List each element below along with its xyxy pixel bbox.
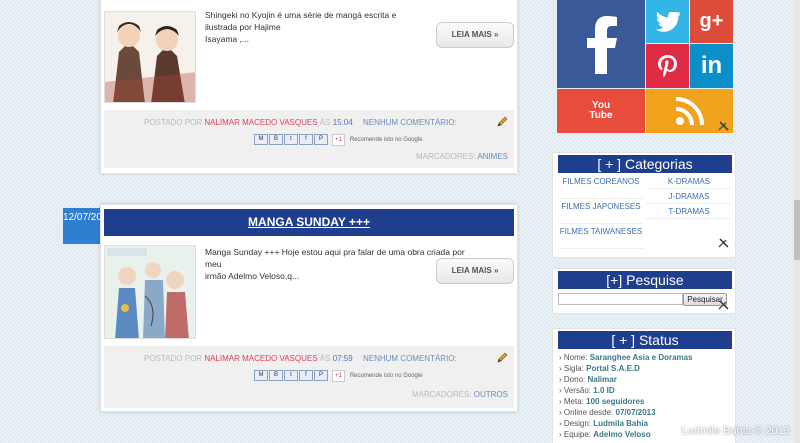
watermark: Ludmila Bahia © 2013: [681, 425, 790, 437]
page-scrollbar[interactable]: [794, 0, 800, 443]
wrench-screwdriver-icon[interactable]: [717, 237, 731, 249]
status-row: › Versão: 1.0 ID: [559, 386, 615, 395]
post-snippet-line: Shingeki no Kyojin é uma série de mangá …: [205, 10, 397, 32]
post-snippet-line: Isayama ,...: [205, 34, 249, 44]
facebook-icon: [587, 16, 617, 74]
twitter-icon: [655, 11, 680, 32]
post-card: MANGA SUNDAY +++ Manga Sunday +++ Hoje e…: [100, 204, 518, 412]
read-more-button[interactable]: LEIA MAIS »: [436, 22, 514, 48]
youtube-icon: You Tube: [589, 100, 613, 121]
category-link[interactable]: T-DRAMAS: [647, 207, 731, 219]
gplus-one-button[interactable]: +1: [332, 133, 345, 146]
linkedin-tile[interactable]: in: [690, 44, 733, 88]
recommend-text: Recomende isto no Google: [349, 372, 423, 379]
gplus-one-button[interactable]: +1: [332, 369, 345, 382]
posted-by-label: POSTADO POR: [144, 354, 203, 363]
facebook-share-button[interactable]: f: [299, 370, 313, 381]
scrollbar-thumb[interactable]: [794, 200, 800, 260]
email-share-button[interactable]: M: [254, 134, 268, 145]
share-bar: M B t f P +1 Recomende isto no Google: [254, 133, 423, 146]
post-title-link[interactable]: MANGA SUNDAY +++: [104, 209, 514, 236]
google-plus-tile[interactable]: g+: [690, 0, 733, 43]
pesquise-widget: [+] Pesquise Pesquisar: [552, 268, 736, 314]
search-input[interactable]: [558, 293, 683, 305]
rss-icon: [675, 97, 704, 126]
edit-pencil-icon[interactable]: [496, 352, 508, 364]
pinterest-tile[interactable]: [646, 44, 689, 88]
google-plus-icon: g+: [699, 10, 724, 32]
status-row: › Sigla: Portal S.A.E.D: [559, 364, 640, 373]
twitter-share-button[interactable]: t: [284, 134, 298, 145]
category-link[interactable]: FILMES JAPONESES: [559, 202, 643, 224]
status-row: › Equipe: Adelmo Veloso: [559, 430, 651, 439]
status-row: › Design: Ludmila Bahia: [559, 419, 648, 428]
category-link[interactable]: FILMES COREANOS: [559, 177, 643, 199]
categorias-title: [ + ] Categorias: [558, 155, 732, 173]
status-title: [ + ] Status: [558, 331, 732, 349]
edit-pencil-icon[interactable]: [496, 116, 508, 128]
category-link[interactable]: J-DRAMAS: [647, 192, 731, 204]
post-card: Shingeki no Kyojin é uma série de mangá …: [100, 0, 518, 174]
anime-characters-image: [105, 12, 195, 102]
linkedin-icon: in: [700, 52, 723, 79]
author-link[interactable]: NALIMAR MACEDO VASQUES: [204, 354, 317, 363]
post-footer: POSTADO POR NALIMAR MACEDO VASQUES ÀS 15…: [104, 110, 514, 168]
pesquise-title: [+] Pesquise: [558, 271, 732, 289]
facebook-share-button[interactable]: f: [299, 134, 313, 145]
author-link[interactable]: NALIMAR MACEDO VASQUES: [204, 118, 317, 127]
comments-link[interactable]: NENHUM COMENTÁRIO:: [363, 118, 457, 127]
pinterest-share-button[interactable]: P: [314, 134, 328, 145]
share-bar: M B t f P +1 Recomende isto no Google: [254, 369, 423, 382]
post-thumbnail[interactable]: [104, 11, 196, 103]
categorias-widget: [ + ] Categorias FILMES COREANOS FILMES …: [552, 152, 736, 258]
category-link[interactable]: FILMES TAIWANESES: [559, 227, 643, 249]
status-row: › Meta: 100 seguidores: [559, 397, 645, 406]
recommend-text: Recomende isto no Google: [349, 136, 423, 143]
at-label: ÀS: [319, 118, 331, 127]
labels-label: MARCADORES:: [415, 152, 476, 161]
post-time-link[interactable]: 15:04: [333, 118, 353, 127]
labels-label: MARCADORES:: [411, 390, 472, 399]
at-label: ÀS: [319, 354, 331, 363]
post-date-badge: 12/07/2013: [63, 208, 113, 244]
status-row: › Nome: Saranghee Asia e Doramas: [559, 353, 693, 362]
blogger-share-button[interactable]: B: [269, 134, 283, 145]
pinterest-icon: [657, 55, 677, 78]
label-link[interactable]: ANIMES: [477, 152, 508, 161]
social-tiles: g+ in You Tube: [557, 0, 733, 133]
email-share-button[interactable]: M: [254, 370, 268, 381]
twitter-tile[interactable]: [646, 0, 689, 43]
post-footer: POSTADO POR NALIMAR MACEDO VASQUES ÀS 07…: [104, 346, 514, 408]
pinterest-share-button[interactable]: P: [314, 370, 328, 381]
status-row: › Online desde: 07/07/2013: [559, 408, 656, 417]
facebook-tile[interactable]: [557, 0, 645, 88]
posted-by-label: POSTADO POR: [144, 118, 203, 127]
manga-cover-image: [105, 246, 195, 338]
twitter-share-button[interactable]: t: [284, 370, 298, 381]
status-row: › Dono: Nalimar: [559, 375, 617, 384]
youtube-tile[interactable]: You Tube: [557, 89, 645, 133]
comments-link[interactable]: NENHUM COMENTÁRIO:: [363, 354, 457, 363]
post-thumbnail[interactable]: [104, 245, 196, 339]
wrench-screwdriver-icon[interactable]: [717, 299, 731, 311]
post-time-link[interactable]: 07:59: [333, 354, 353, 363]
category-link[interactable]: K-DRAMAS: [647, 177, 731, 189]
blogger-share-button[interactable]: B: [269, 370, 283, 381]
read-more-button[interactable]: LEIA MAIS »: [436, 258, 514, 284]
wrench-screwdriver-icon[interactable]: [717, 120, 731, 132]
label-link[interactable]: OUTROS: [474, 390, 508, 399]
